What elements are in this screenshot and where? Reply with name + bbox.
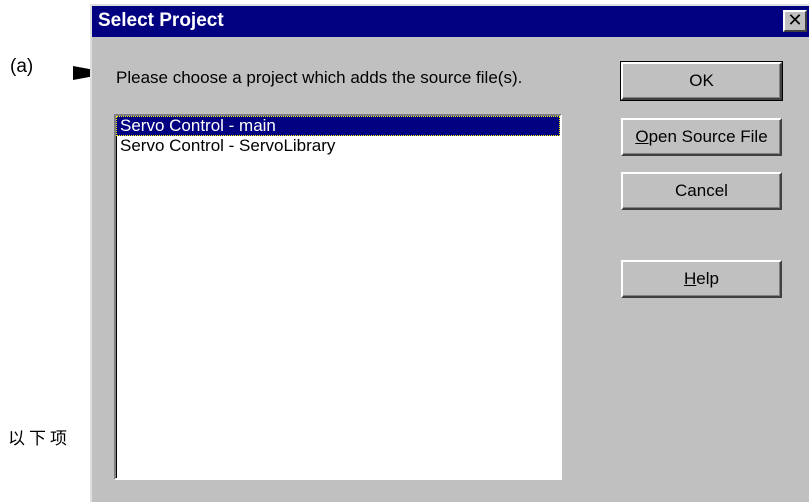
close-button[interactable]: ✕: [783, 10, 807, 32]
project-list-item[interactable]: Servo Control - main: [116, 116, 560, 136]
project-listbox[interactable]: Servo Control - main Servo Control - Ser…: [114, 114, 562, 480]
title-bar[interactable]: Select Project ✕: [92, 6, 809, 37]
ok-button-label: OK: [689, 71, 714, 90]
dialog-title: Select Project: [98, 10, 224, 31]
open-source-file-button[interactable]: Open Source File: [621, 118, 782, 156]
cancel-button-label: Cancel: [675, 181, 728, 200]
open-source-file-mnemonic: O: [635, 127, 649, 146]
ok-button[interactable]: OK: [620, 61, 783, 101]
help-button-label: elp: [696, 269, 719, 288]
cancel-button[interactable]: Cancel: [621, 172, 782, 210]
open-source-file-label: pen Source File: [648, 127, 768, 146]
side-annotation-text: 以下项: [8, 429, 71, 449]
project-list-item[interactable]: Servo Control - ServoLibrary: [116, 136, 560, 156]
select-project-dialog: Select Project ✕ Please choose a project…: [90, 4, 809, 502]
annotation-label: (a): [10, 56, 34, 77]
prompt-text: Please choose a project which adds the s…: [116, 68, 523, 87]
help-button[interactable]: Help: [621, 260, 782, 298]
help-mnemonic: H: [684, 269, 697, 288]
close-icon: ✕: [787, 10, 803, 31]
